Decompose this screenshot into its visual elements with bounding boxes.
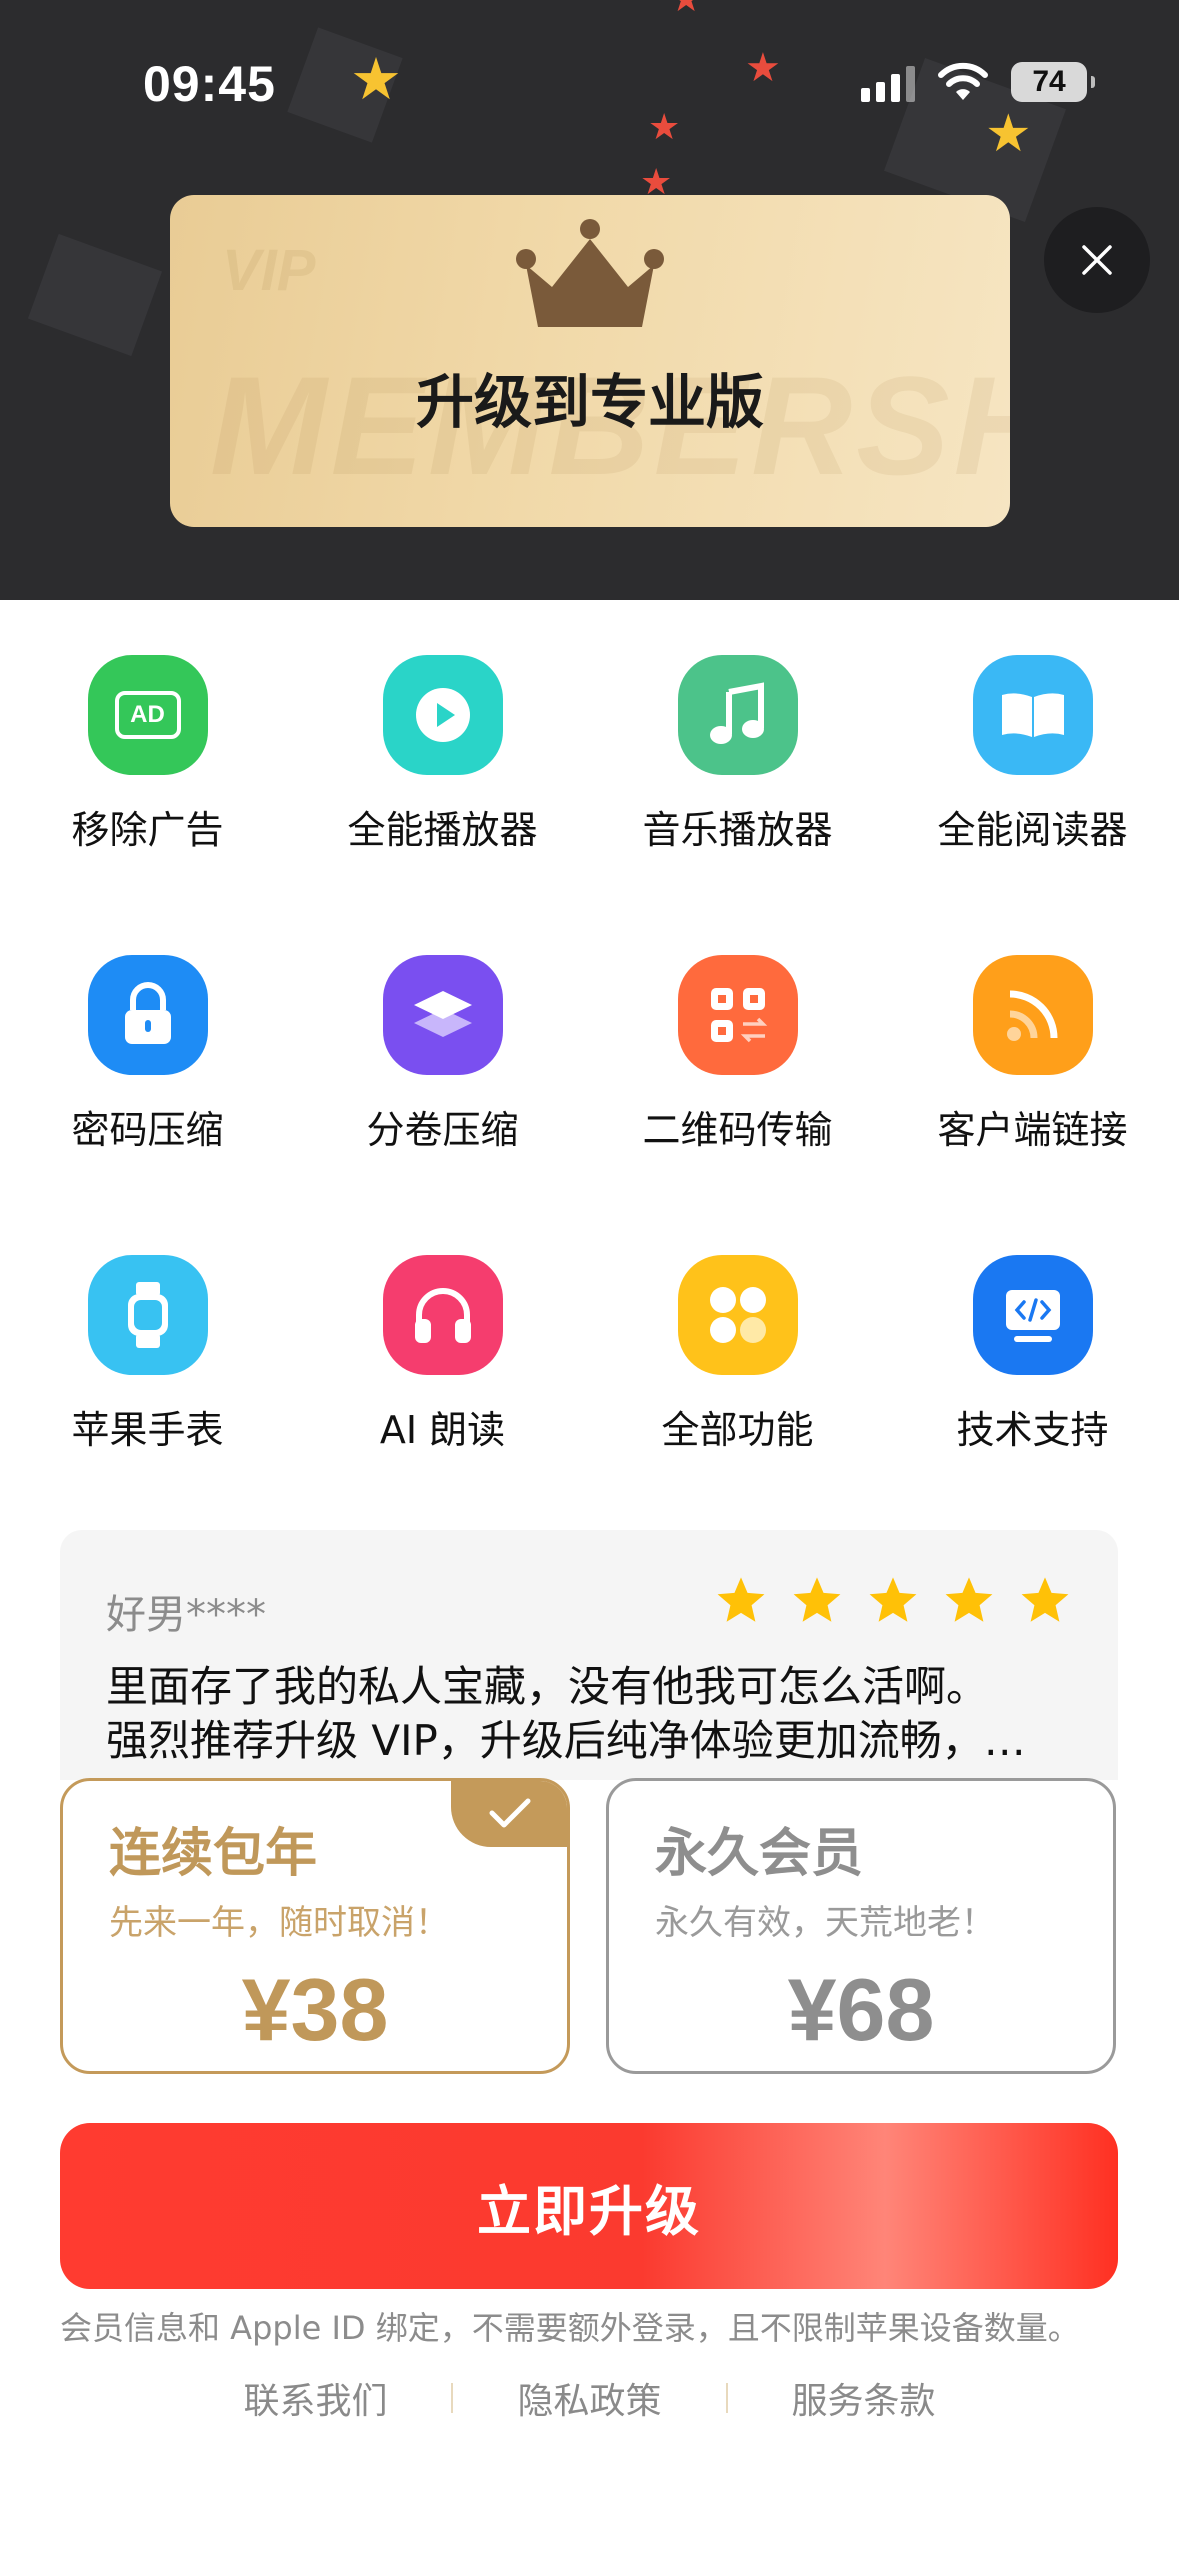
layers-icon	[382, 955, 503, 1075]
cube-decoration	[27, 233, 163, 357]
star-icon	[793, 1577, 841, 1622]
feature-label: 客户端链接	[937, 1108, 1128, 1152]
review-line-2: 强烈推荐升级 VIP，升级后纯净体验更加流畅，…	[106, 1716, 1026, 1765]
feature-split-compress[interactable]: 分卷压缩	[295, 955, 590, 1154]
plan-description: 先来一年，随时取消！	[109, 1903, 449, 1943]
banner-title: 升级到专业版	[415, 368, 764, 436]
star-icon	[945, 1577, 993, 1622]
cellular-signal-icon	[861, 62, 915, 102]
headphones-icon	[382, 1255, 503, 1375]
feature-label: 密码压缩	[71, 1108, 224, 1152]
feature-ai-reading[interactable]: AI 朗读	[295, 1255, 590, 1454]
rss-link-icon	[972, 955, 1093, 1075]
plan-name: 永久会员	[655, 1824, 864, 1884]
video-play-icon	[382, 655, 503, 775]
status-icons: 74	[861, 62, 1095, 102]
feature-reader[interactable]: 全能阅读器	[885, 655, 1179, 854]
book-icon	[972, 655, 1093, 775]
music-note-icon	[677, 655, 798, 775]
all-features-icon	[677, 1255, 798, 1375]
header-backdrop: ★ ★ ★ ★ ★ ★ 09:45 74 VIP MEMBERSHIP 升级到专…	[0, 0, 1179, 600]
feature-label: 全能播放器	[347, 808, 538, 852]
plan-card-lifetime[interactable]: 永久会员 永久有效，天荒地老！ ¥68	[606, 1778, 1116, 2074]
star-icon	[1021, 1577, 1069, 1622]
battery-indicator: 74	[1011, 62, 1095, 102]
upgrade-now-button[interactable]: 立即升级	[60, 2123, 1118, 2289]
ad-remove-icon: AD	[87, 655, 208, 775]
plan-description: 永久有效，天荒地老！	[655, 1903, 995, 1943]
feature-video-player[interactable]: 全能播放器	[295, 655, 590, 854]
wifi-icon	[938, 62, 988, 100]
privacy-policy-link[interactable]: 隐私政策	[517, 2372, 661, 2424]
feature-label: AI 朗读	[379, 1408, 506, 1452]
feature-label: 技术支持	[956, 1408, 1109, 1452]
banner-watermark-vip: VIP	[222, 238, 316, 303]
review-card: 好男**** 里面存了我的私人宝藏，没有他我可怎么活啊。 强烈推荐升级 VIP，…	[60, 1530, 1118, 1780]
feature-remove-ads[interactable]: AD 移除广告	[0, 655, 295, 854]
status-time: 09:45	[143, 56, 276, 112]
qr-transfer-icon	[677, 955, 798, 1075]
feature-password-compress[interactable]: 密码压缩	[0, 955, 295, 1154]
contact-us-link[interactable]: 联系我们	[243, 2372, 387, 2424]
checkmark-icon	[489, 1798, 531, 1828]
link-divider	[451, 2383, 454, 2413]
terms-of-service-link[interactable]: 服务条款	[792, 2372, 936, 2424]
review-text: 里面存了我的私人宝藏，没有他我可怎么活啊。 强烈推荐升级 VIP，升级后纯净体验…	[106, 1660, 1076, 1768]
star-decoration-icon: ★	[670, 0, 702, 18]
upgrade-banner: VIP MEMBERSHIP 升级到专业版	[170, 195, 1010, 527]
star-decoration-icon: ★	[985, 104, 1032, 164]
star-icon	[717, 1577, 765, 1622]
review-line-1: 里面存了我的私人宝藏，没有他我可怎么活啊。	[106, 1662, 989, 1711]
feature-apple-watch[interactable]: 苹果手表	[0, 1255, 295, 1454]
close-icon	[1082, 245, 1112, 275]
feature-label: 全部功能	[661, 1408, 814, 1452]
feature-client-link[interactable]: 客户端链接	[885, 955, 1179, 1154]
feature-label: 移除广告	[71, 808, 224, 852]
close-button[interactable]	[1044, 207, 1150, 313]
plan-price: ¥38	[241, 1960, 389, 2059]
review-rating	[714, 1574, 1072, 1628]
feature-label: 全能阅读器	[937, 808, 1128, 852]
star-icon	[869, 1577, 917, 1622]
code-support-icon	[972, 1255, 1093, 1375]
feature-tech-support[interactable]: 技术支持	[885, 1255, 1179, 1454]
link-divider	[725, 2383, 728, 2413]
footer-links: 联系我们 隐私政策 服务条款	[0, 2372, 1179, 2424]
feature-label: 分卷压缩	[366, 1108, 519, 1152]
feature-label: 音乐播放器	[642, 808, 833, 852]
plan-name: 连续包年	[109, 1824, 318, 1884]
star-decoration-icon: ★	[350, 45, 402, 113]
lock-icon	[87, 955, 208, 1075]
selected-badge	[451, 1781, 567, 1847]
crown-icon	[516, 219, 664, 327]
star-decoration-icon: ★	[648, 107, 681, 148]
feature-label: 二维码传输	[642, 1108, 833, 1152]
feature-label: 苹果手表	[71, 1408, 224, 1452]
feature-qr-transfer[interactable]: 二维码传输	[590, 955, 885, 1154]
feature-music-player[interactable]: 音乐播放器	[590, 655, 885, 854]
membership-note: 会员信息和 Apple ID 绑定，不需要额外登录，且不限制苹果设备数量。	[60, 2309, 1080, 2347]
star-decoration-icon: ★	[745, 45, 781, 91]
plan-card-annual[interactable]: 连续包年 先来一年，随时取消！ ¥38	[60, 1778, 570, 2074]
plan-price: ¥68	[787, 1960, 935, 2059]
feature-all-features[interactable]: 全部功能	[590, 1255, 885, 1454]
watch-icon	[87, 1255, 208, 1375]
review-username: 好男****	[106, 1592, 266, 1638]
